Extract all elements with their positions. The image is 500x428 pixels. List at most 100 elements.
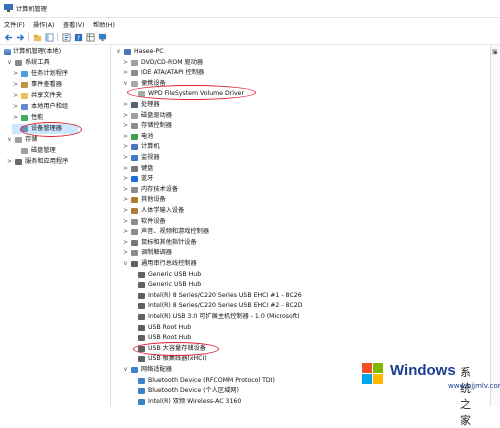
device-tree-row[interactable]: > DVD/CD-ROM 驱动器 bbox=[122, 58, 485, 68]
hid-device-icon bbox=[131, 197, 138, 204]
device-tree-row[interactable]: Generic USB Hub bbox=[129, 280, 485, 290]
properties-icon[interactable] bbox=[61, 32, 71, 42]
device-label: 计算机 bbox=[141, 143, 160, 151]
navigation-tree: 计算机管理(本地) ∨ 系统工具 > 任务计划程序 > 事件查看器 > 共享文件… bbox=[0, 45, 111, 406]
up-folder-icon[interactable] bbox=[32, 32, 42, 42]
device-tree-row[interactable]: Intel(R) USB 3.0 可扩展主机控制器 - 1.0 (Microso… bbox=[129, 312, 485, 322]
device-tree-row[interactable]: > 人体学输入设备 bbox=[122, 206, 485, 216]
menu-view[interactable]: 查看(V) bbox=[63, 20, 84, 29]
device-tree-row[interactable]: Intel(R) 8 Series/C220 Series USB EHCI #… bbox=[129, 301, 485, 311]
expand-chevron-icon[interactable]: > bbox=[122, 217, 129, 227]
tree-item-shared-folders[interactable]: > 共享文件夹 bbox=[12, 91, 108, 101]
device-label: 其他设备 bbox=[141, 196, 166, 204]
expand-chevron-icon[interactable]: ∨ bbox=[115, 47, 122, 57]
device-tree-row[interactable]: Intel(R) 双频 Wireless-AC 3160 bbox=[129, 397, 485, 407]
back-arrow-icon[interactable] bbox=[3, 32, 13, 42]
sound-device-icon bbox=[131, 229, 138, 236]
device-tree-row[interactable]: > 声音、视频和游戏控制器 bbox=[122, 227, 485, 237]
menu-file[interactable]: 文件(F) bbox=[4, 20, 25, 29]
tree-item-local-users[interactable]: > 本地用户和组 bbox=[12, 102, 108, 112]
tree-item-task-scheduler[interactable]: > 任务计划程序 bbox=[12, 69, 108, 79]
device-tree-row[interactable]: ∨ 通用串行总线控制器 bbox=[122, 259, 485, 269]
device-tree-row[interactable]: > 调制解调器 bbox=[122, 248, 485, 258]
expand-chevron-icon[interactable]: > bbox=[122, 185, 129, 195]
expand-chevron-icon[interactable]: > bbox=[6, 157, 13, 167]
device-tree-row[interactable]: Bluetooth Device (个人区域网) bbox=[129, 386, 485, 396]
expand-chevron-icon[interactable]: > bbox=[122, 248, 129, 258]
bat-device-icon bbox=[131, 133, 138, 140]
device-tree-row[interactable]: > 其他设备 bbox=[122, 195, 485, 205]
expand-chevron-icon[interactable]: > bbox=[122, 153, 129, 163]
device-tree-row[interactable]: USB Root Hub bbox=[129, 323, 485, 333]
expand-chevron-icon[interactable]: ∨ bbox=[122, 365, 129, 375]
computer-management-icon bbox=[4, 49, 11, 55]
expand-chevron-icon[interactable]: ∨ bbox=[6, 135, 13, 145]
view-icon[interactable] bbox=[85, 32, 95, 42]
device-label: Bluetooth Device (个人区域网) bbox=[148, 387, 239, 395]
tools-icon bbox=[15, 60, 22, 66]
expand-chevron-icon[interactable]: ∨ bbox=[122, 79, 129, 89]
expand-chevron-icon[interactable]: > bbox=[122, 227, 129, 237]
expand-chevron-icon[interactable]: > bbox=[122, 68, 129, 78]
expand-chevron-icon[interactable]: > bbox=[122, 174, 129, 184]
tree-item-disk-management[interactable]: 磁盘管理 bbox=[12, 146, 108, 156]
forward-arrow-icon[interactable] bbox=[15, 32, 25, 42]
device-tree-row[interactable]: ∨ Hasee-PC bbox=[115, 47, 485, 57]
expand-chevron-icon[interactable]: > bbox=[12, 69, 19, 79]
expand-chevron-icon[interactable]: > bbox=[12, 113, 19, 123]
expand-chevron-icon[interactable]: > bbox=[122, 100, 129, 110]
menu-action[interactable]: 操作(A) bbox=[33, 20, 54, 29]
usb-device-icon bbox=[138, 314, 145, 320]
device-label: DVD/CD-ROM 驱动器 bbox=[141, 58, 204, 66]
device-tree-row[interactable]: > 存储控制器 bbox=[122, 121, 485, 131]
expand-chevron-icon[interactable]: > bbox=[12, 91, 19, 101]
net-device-icon bbox=[138, 377, 145, 384]
device-tree-row[interactable]: > 监视器 bbox=[122, 153, 485, 163]
tree-item-event-viewer[interactable]: > 事件查看器 bbox=[12, 80, 108, 90]
device-tree-row[interactable]: > IDE ATA/ATAPI 控制器 bbox=[122, 68, 485, 78]
expand-chevron-icon[interactable]: > bbox=[122, 238, 129, 248]
device-tree-row[interactable]: > 鼠标和其他指针设备 bbox=[122, 238, 485, 248]
device-label: Intel(R) 8 Series/C220 Series USB EHCI #… bbox=[148, 291, 302, 299]
tree-label: 本地用户和组 bbox=[31, 103, 69, 110]
show-hide-tree-icon[interactable] bbox=[44, 32, 54, 42]
device-tree-row[interactable]: > 键盘 bbox=[122, 164, 485, 174]
device-label: Hasee-PC bbox=[134, 48, 164, 55]
expand-chevron-icon[interactable]: > bbox=[122, 132, 129, 142]
device-tree-row[interactable]: > 处理器 bbox=[122, 100, 485, 110]
ide-device-icon bbox=[131, 218, 138, 225]
cpu-device-icon bbox=[131, 102, 138, 108]
title-bar: 计算机管理 bbox=[0, 0, 500, 18]
expand-chevron-icon[interactable]: ∨ bbox=[122, 259, 129, 269]
device-label: 磁盘驱动器 bbox=[141, 111, 172, 119]
menu-help[interactable]: 帮助(H) bbox=[93, 20, 115, 29]
users-icon bbox=[21, 104, 28, 110]
expand-chevron-icon[interactable]: > bbox=[12, 80, 19, 90]
bt-device-icon bbox=[131, 176, 138, 183]
expand-chevron-icon[interactable]: > bbox=[122, 111, 129, 121]
device-tree-row[interactable]: > 蓝牙 bbox=[122, 174, 485, 184]
tree-item-services-apps[interactable]: > 服务和应用程序 bbox=[6, 157, 108, 167]
expand-chevron-icon[interactable]: > bbox=[122, 195, 129, 205]
expand-chevron-icon[interactable]: > bbox=[122, 121, 129, 131]
help-icon[interactable]: ? bbox=[73, 32, 83, 42]
device-tree-row[interactable]: > 电池 bbox=[122, 132, 485, 142]
device-tree-row[interactable]: Intel(R) 8 Series/C220 Series USB EHCI #… bbox=[129, 291, 485, 301]
monitor-icon[interactable] bbox=[97, 32, 107, 42]
device-tree-row[interactable]: > 计算机 bbox=[122, 142, 485, 152]
port-device-icon bbox=[131, 80, 138, 87]
tree-item-computer-management[interactable]: 计算机管理(本地) bbox=[2, 47, 108, 57]
expand-chevron-icon[interactable]: > bbox=[122, 206, 129, 216]
device-tree-row[interactable]: Generic USB Hub bbox=[129, 270, 485, 280]
expand-chevron-icon[interactable]: > bbox=[122, 142, 129, 152]
expand-chevron-icon[interactable]: > bbox=[12, 102, 19, 112]
expand-chevron-icon[interactable]: > bbox=[122, 58, 129, 68]
expand-chevron-icon[interactable]: ∨ bbox=[6, 58, 13, 68]
usb-device-icon bbox=[138, 335, 145, 342]
device-tree-row[interactable]: > 软件设备 bbox=[122, 217, 485, 227]
expand-chevron-icon[interactable]: > bbox=[122, 164, 129, 174]
device-label: Intel(R) 双频 Wireless-AC 3160 bbox=[148, 397, 242, 405]
tree-item-system-tools[interactable]: ∨ 系统工具 bbox=[6, 58, 108, 68]
device-tree-row[interactable]: > 内存技术设备 bbox=[122, 185, 485, 195]
device-tree-row[interactable]: > 磁盘驱动器 bbox=[122, 111, 485, 121]
